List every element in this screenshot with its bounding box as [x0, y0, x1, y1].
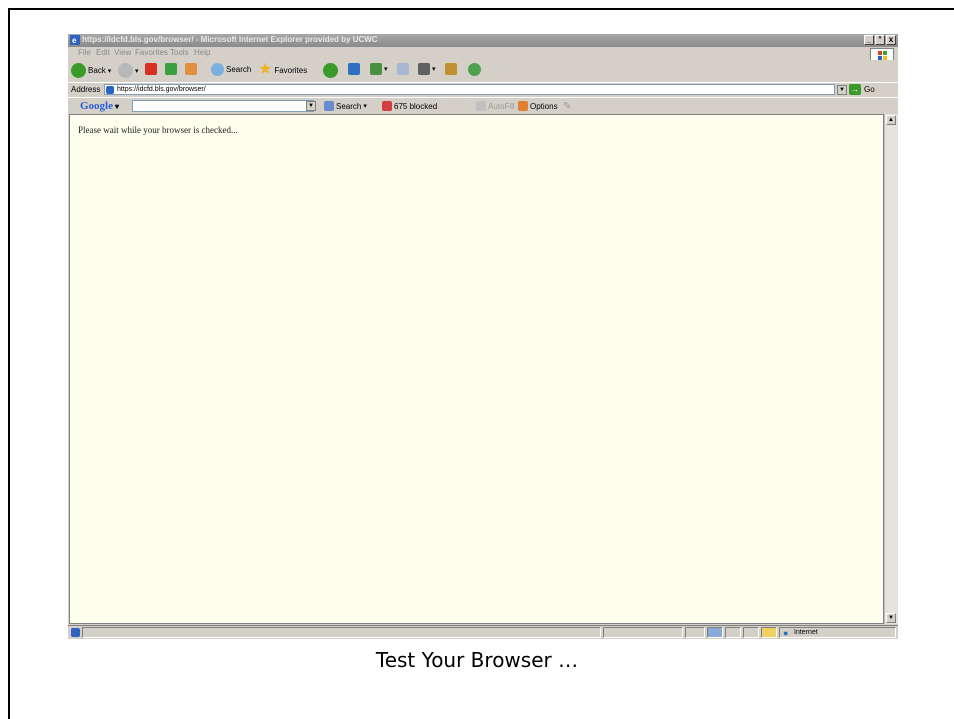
edit-icon: [418, 63, 430, 75]
refresh-button[interactable]: [165, 63, 177, 75]
window-controls: _ ° x: [864, 35, 896, 45]
google-search-input[interactable]: [132, 100, 314, 112]
stop-button[interactable]: [145, 63, 157, 75]
slide-caption: Test Your Browser …: [375, 648, 579, 672]
scroll-down-arrow-icon[interactable]: ▼: [886, 613, 896, 623]
search-label: Search: [226, 65, 252, 74]
address-url: https://idcfd.bls.gov/browser/: [117, 86, 206, 93]
go-label: Go: [864, 85, 875, 94]
chevron-down-icon: ▾: [107, 67, 112, 75]
vertical-scrollbar[interactable]: ▲ ▼: [884, 114, 898, 624]
stop-icon: [145, 63, 157, 75]
forward-arrow-icon: [118, 63, 133, 78]
autofill-button[interactable]: AutoFill: [476, 101, 515, 111]
popup-blocked-icon: [382, 101, 392, 111]
page-icon: [106, 86, 114, 94]
address-label: Address: [71, 85, 101, 94]
globe-icon: ●: [783, 628, 789, 638]
chevron-down-icon: ▾: [135, 67, 139, 75]
mail-button[interactable]: ▾: [370, 63, 388, 75]
refresh-icon: [165, 63, 177, 75]
back-button[interactable]: Back ▾: [71, 63, 111, 78]
google-search-dropdown[interactable]: ▼: [306, 101, 316, 111]
status-pane-blank: [685, 627, 705, 638]
back-arrow-icon: [71, 63, 86, 78]
popup-blocker-button[interactable]: 675 blocked: [382, 101, 437, 111]
messenger-button[interactable]: [468, 63, 481, 76]
back-label: Back: [88, 66, 106, 75]
research-button[interactable]: [445, 63, 457, 75]
offline-pane-icon: [707, 627, 723, 638]
minimize-button[interactable]: _: [864, 35, 874, 45]
page-content: Please wait while your browser is checke…: [69, 114, 884, 624]
address-dropdown-button[interactable]: ▼: [837, 85, 847, 95]
menu-help[interactable]: Help: [194, 48, 210, 57]
zone-label: Internet: [794, 629, 818, 636]
media-icon: [348, 63, 360, 75]
home-button[interactable]: [185, 63, 197, 75]
favorites-label: Favorites: [274, 65, 308, 75]
go-arrow-icon: →: [849, 84, 861, 95]
edit-button[interactable]: ▾: [418, 63, 436, 75]
history-button[interactable]: [323, 63, 338, 78]
menu-bar: File Edit View Favorites Tools Help: [68, 47, 898, 59]
options-button[interactable]: Options: [518, 101, 558, 111]
progress-pane: [603, 627, 683, 638]
menu-file[interactable]: File: [78, 48, 91, 57]
menu-view[interactable]: View: [114, 48, 131, 57]
favorites-button[interactable]: ★ Favorites: [258, 61, 308, 78]
ie-icon: e: [70, 35, 80, 45]
close-button[interactable]: x: [886, 35, 896, 45]
options-icon: [518, 101, 528, 111]
scroll-up-arrow-icon[interactable]: ▲: [886, 115, 896, 125]
print-icon: [397, 63, 409, 75]
chevron-down-icon: ▾: [363, 103, 367, 110]
google-search-button[interactable]: Search ▾: [324, 101, 367, 111]
search-button[interactable]: Search: [211, 63, 251, 76]
print-button[interactable]: [397, 63, 409, 75]
search-icon: [211, 63, 224, 76]
menu-favorites[interactable]: Favorites: [135, 48, 168, 57]
menu-tools[interactable]: Tools: [170, 48, 189, 57]
chevron-down-icon: ▾: [432, 66, 436, 73]
autofill-icon: [476, 101, 486, 111]
history-icon: [323, 63, 338, 78]
messenger-icon: [468, 63, 481, 76]
blocked-count: 675 blocked: [394, 101, 438, 111]
research-icon: [445, 63, 457, 75]
status-bar: ● Internet: [68, 625, 898, 639]
window-title: https://idcfd.bls.gov/browser/ - Microso…: [82, 35, 378, 44]
google-search-icon: [324, 101, 334, 111]
status-pane-blank-3: [743, 627, 759, 638]
pencil-icon: ✎: [563, 101, 572, 112]
google-logo[interactable]: Google ▾: [80, 100, 119, 112]
page-status-icon: [71, 628, 80, 637]
mail-icon: [370, 63, 382, 75]
zone-pane: ● Internet: [779, 627, 896, 638]
star-icon: ★: [258, 61, 273, 78]
google-toolbar: Google ▾ ▼ Search ▾ 675 blocked AutoFill…: [68, 97, 898, 114]
google-search-label: Search: [336, 101, 362, 111]
standard-toolbar: Back ▾ ▾ Search ★ Favorites ▾ ▾: [68, 60, 898, 81]
maximize-button[interactable]: °: [875, 35, 885, 45]
status-pane-blank-2: [725, 627, 741, 638]
media-button[interactable]: [348, 63, 360, 75]
forward-button[interactable]: ▾: [118, 63, 139, 78]
chevron-down-icon: ▾: [384, 66, 388, 73]
status-text-pane: [82, 627, 601, 638]
menu-edit[interactable]: Edit: [96, 48, 110, 57]
home-icon: [185, 63, 197, 75]
address-input[interactable]: https://idcfd.bls.gov/browser/: [104, 84, 835, 95]
status-message: Please wait while your browser is checke…: [78, 125, 238, 135]
autofill-label: AutoFill: [488, 101, 515, 111]
options-label: Options: [530, 101, 558, 111]
browser-window: e https://idcfd.bls.gov/browser/ - Micro…: [68, 34, 898, 639]
highlight-button[interactable]: ✎: [563, 101, 571, 112]
go-button[interactable]: → Go: [849, 84, 875, 95]
address-bar: Address https://idcfd.bls.gov/browser/ ▼…: [68, 82, 898, 97]
lock-icon: [761, 627, 777, 638]
svg-text:e: e: [72, 36, 77, 45]
title-bar: e https://idcfd.bls.gov/browser/ - Micro…: [68, 34, 898, 47]
